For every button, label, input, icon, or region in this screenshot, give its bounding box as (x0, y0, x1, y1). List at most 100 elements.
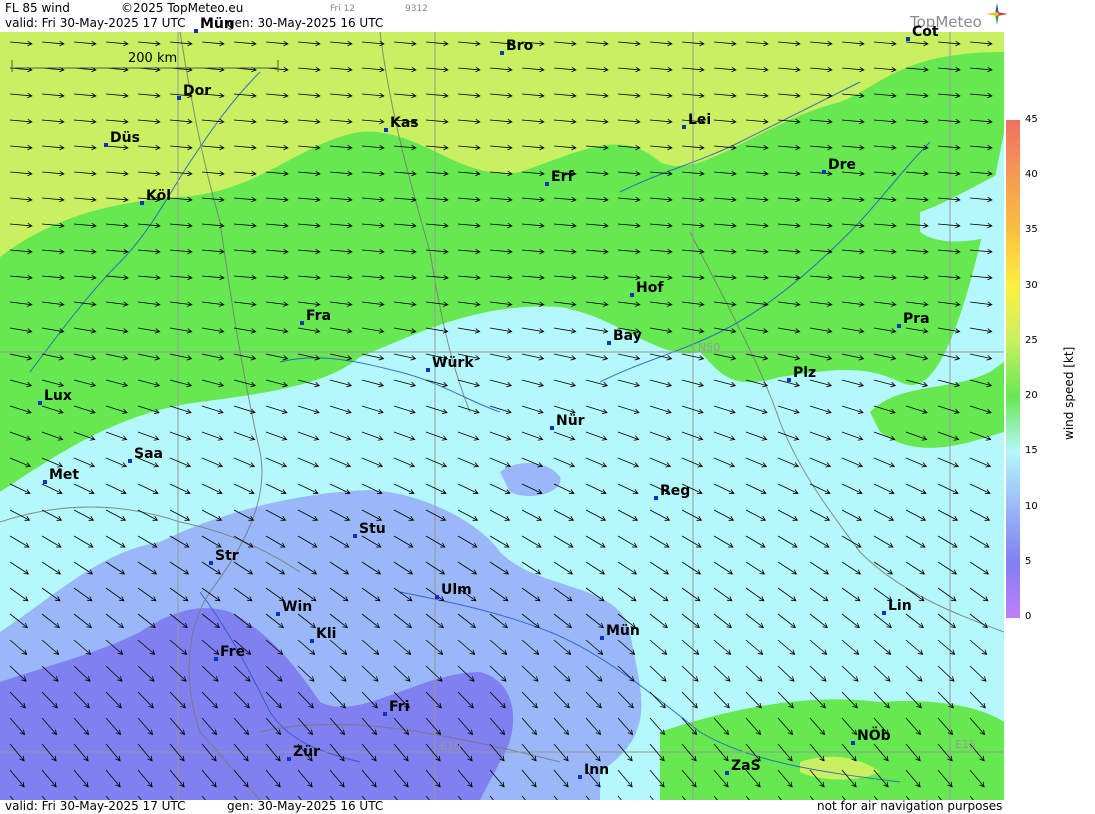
city-label: Ulm (435, 582, 472, 599)
copyright: ©2025 TopMeteo.eu (121, 1, 244, 15)
city-label: Win (276, 599, 312, 616)
city-marker (287, 757, 291, 761)
gen-time: gen: 30-May-2025 16 UTC (227, 16, 384, 30)
legend-tick-label: 40 (1025, 169, 1038, 181)
city-label: Würk (426, 355, 474, 372)
legend-tick-label: 45 (1025, 114, 1038, 125)
compass-icon (986, 3, 1008, 25)
city-label: Plz (787, 365, 816, 382)
city-marker (384, 128, 388, 132)
city-marker (600, 636, 604, 640)
city-marker (383, 712, 387, 716)
city-marker (128, 459, 132, 463)
city-label: NÖb (851, 728, 891, 745)
scale-bar-label: 200 km (128, 51, 178, 66)
city-marker (300, 321, 304, 325)
city-label: Lin (882, 598, 912, 615)
city-marker (104, 143, 108, 147)
city-marker (682, 125, 686, 129)
city-marker (654, 496, 658, 500)
city-label: Inn (578, 762, 609, 779)
legend-color-band (1006, 451, 1020, 508)
city-marker (426, 368, 430, 372)
city-label: Erf (545, 169, 574, 186)
legend-color-band (1006, 230, 1020, 287)
legend-tick-label: 15 (1025, 445, 1038, 457)
city-marker (906, 37, 910, 41)
city-label: Met (43, 467, 79, 484)
legend-tick-label: 25 (1025, 334, 1038, 346)
legend-color-band (1006, 506, 1020, 563)
legend-color-band (1006, 561, 1020, 618)
legend-color-band (1006, 340, 1020, 398)
city-marker (276, 612, 280, 616)
city-label: Kli (310, 626, 336, 643)
city-label: Str (209, 548, 239, 565)
legend-tick-label: 5 (1025, 555, 1032, 567)
legend-tick-label: 0 (1025, 611, 1032, 622)
city-marker (787, 378, 791, 382)
city-marker (38, 401, 42, 405)
city-marker (500, 51, 504, 55)
legend-tick-label: 35 (1025, 224, 1038, 236)
legend-color-band (1006, 285, 1020, 342)
city-label: Cot (906, 24, 939, 41)
city-label: Mün (600, 623, 640, 640)
valid-time: valid: Fri 30-May-2025 17 UTC (5, 16, 186, 30)
city-marker (725, 771, 729, 775)
city-label: Lux (38, 388, 72, 405)
city-label: Zür (287, 744, 320, 761)
city-label: Fre (214, 644, 245, 661)
city-label: Reg (654, 483, 690, 500)
legend-color-band (1006, 396, 1020, 453)
city-label: Nür (550, 413, 585, 430)
product-title: FL 85 wind (5, 1, 70, 15)
city-label: Kas (384, 115, 419, 132)
small-label-a: Fri 12 (330, 4, 356, 14)
city-label: Dor (177, 83, 211, 100)
grid-label-e10: E10 (440, 740, 461, 753)
city-marker (310, 639, 314, 643)
city-marker (194, 29, 198, 33)
legend-tick-label: 10 (1025, 500, 1038, 512)
footer-gen-time: gen: 30-May-2025 16 UTC (227, 799, 384, 813)
city-label: Saa (128, 446, 163, 463)
city-label: Bay (607, 328, 642, 345)
legend-unit-label: wind speed [kt] (1062, 346, 1076, 440)
city-label: Dre (822, 157, 856, 174)
city-marker (897, 324, 901, 328)
city-marker (140, 201, 144, 205)
city-marker (822, 170, 826, 174)
city-label: Stu (353, 521, 386, 538)
city-label: Mün (194, 16, 234, 33)
city-marker (545, 182, 549, 186)
city-marker (630, 293, 634, 297)
wind-speed-legend (1006, 120, 1020, 618)
grid-label-e15: E15 (955, 738, 976, 751)
city-label: Lei (682, 112, 711, 129)
footer-notice: not for air navigation purposes (817, 799, 1003, 813)
city-marker (578, 775, 582, 779)
legend-tick-label: 30 (1025, 279, 1038, 291)
city-marker (851, 741, 855, 745)
city-label: Düs (104, 130, 140, 147)
city-label: Fra (300, 308, 331, 325)
city-marker (435, 595, 439, 599)
city-marker (353, 534, 357, 538)
city-label: Köl (140, 188, 171, 205)
wind-map[interactable] (0, 32, 1004, 800)
city-label: Fri (383, 699, 409, 716)
city-label: Hof (630, 280, 663, 297)
city-marker (43, 480, 47, 484)
city-marker (214, 657, 218, 661)
city-label: ZaS (725, 758, 761, 775)
legend-tick-label: 20 (1025, 390, 1038, 402)
city-marker (209, 561, 213, 565)
city-marker (607, 341, 611, 345)
city-marker (177, 96, 181, 100)
legend-color-band (1006, 175, 1020, 232)
wind-field (0, 32, 1004, 800)
legend-color-band (1006, 120, 1020, 177)
city-label: Bro (500, 38, 533, 55)
footer-valid-time: valid: Fri 30-May-2025 17 UTC (5, 799, 186, 813)
